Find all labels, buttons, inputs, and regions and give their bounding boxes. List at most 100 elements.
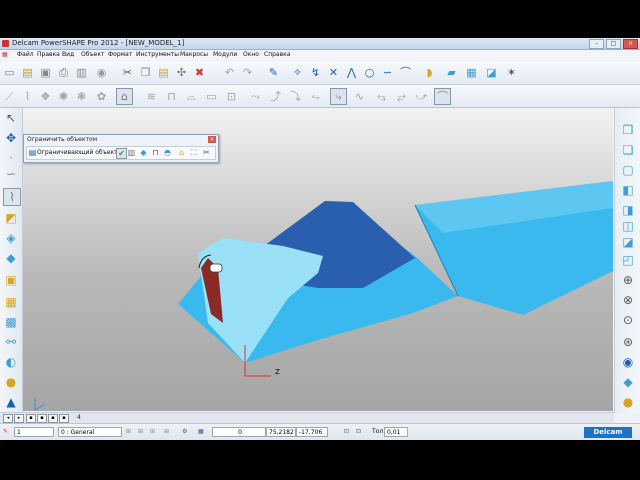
menu-window[interactable]: Окно (243, 51, 259, 58)
menu-object[interactable]: Объект (81, 51, 104, 58)
menu-help[interactable]: Справка (264, 51, 290, 58)
boundary-icon[interactable]: ∿ (352, 89, 367, 104)
trim-icon[interactable]: ⟋ (2, 89, 17, 104)
tolerance-field[interactable]: 0,01 (384, 427, 408, 437)
surface-mode-icon[interactable]: ◈ (3, 230, 19, 246)
repair-icon[interactable]: ⥃ (374, 89, 389, 104)
menu-edit[interactable]: Правка (37, 51, 60, 58)
view-axo-icon[interactable]: ◰ (620, 252, 636, 268)
redo-icon[interactable]: ↷ (240, 65, 255, 80)
split-icon[interactable]: ⤴ (268, 89, 283, 104)
arch-icon[interactable]: ⌒ (434, 88, 451, 105)
menu-file[interactable]: Файл (17, 51, 34, 58)
select-limit-icon[interactable]: ⌂ (177, 148, 186, 157)
view-top-icon[interactable]: ❏ (620, 142, 636, 158)
extend-icon[interactable]: ❃ (74, 89, 89, 104)
smooth-icon[interactable]: ⤻ (414, 89, 429, 104)
spline-icon[interactable]: ∽ (380, 65, 395, 80)
grid-toggle-icon[interactable]: ▦ (198, 428, 204, 435)
cut-limit-icon[interactable]: ✂ (202, 148, 211, 157)
cube-icon[interactable]: ▣ (3, 272, 19, 288)
edit-icon[interactable]: ✎ (266, 65, 281, 80)
fillet-icon[interactable]: ❖ (38, 89, 53, 104)
join-icon[interactable]: ⤵ (288, 89, 303, 104)
drive-icon[interactable]: ≋ (144, 89, 159, 104)
paste-icon[interactable]: ▤ (156, 65, 171, 80)
undo-icon[interactable]: ↶ (222, 65, 237, 80)
layer-select[interactable]: 0 : General (58, 427, 122, 437)
options-icon[interactable]: ◉ (94, 65, 109, 80)
mesh-icon[interactable]: ▩ (3, 314, 19, 330)
keep-icon[interactable]: ◆ (139, 148, 148, 157)
surface-mod-icon[interactable]: ⌇ (20, 89, 35, 104)
line-icon[interactable]: ⋀ (344, 65, 359, 80)
accept-icon[interactable]: ✔ (116, 148, 127, 159)
wire-icon[interactable]: ◩ (3, 210, 19, 226)
tab-nav-prev[interactable]: ▸ (14, 414, 24, 423)
tab-nav-first[interactable]: ◂ (3, 414, 13, 423)
circle-icon[interactable]: ○ (362, 65, 377, 80)
trim-region-icon[interactable]: ◓ (163, 148, 172, 157)
solid-mode-icon[interactable]: ◆ (3, 250, 19, 266)
layer-c-icon[interactable]: ⊞ (150, 428, 155, 435)
view-back-icon[interactable]: ◫ (620, 218, 636, 234)
patch-icon[interactable]: ⥂ (394, 89, 409, 104)
shading-icon[interactable]: ◉ (620, 354, 636, 370)
layer-b-icon[interactable]: ⊞ (138, 428, 143, 435)
morph-icon[interactable]: ⌓ (184, 89, 199, 104)
wrap-icon[interactable]: ⤷ (330, 88, 347, 105)
solid-icon[interactable]: ▰ (444, 65, 459, 80)
triangle-icon[interactable]: ▲ (3, 394, 19, 410)
minimize-button[interactable]: – (589, 39, 604, 49)
surface-icon[interactable]: ◗ (422, 65, 437, 80)
layer-d-icon[interactable]: ⊞ (164, 428, 169, 435)
tab-3[interactable]: ▪ (48, 414, 58, 423)
view-iso-icon[interactable]: ❒ (620, 122, 636, 138)
select-cursor-icon[interactable]: ↖ (3, 110, 19, 126)
copy-icon[interactable]: ❐ (138, 65, 153, 80)
project-limit-icon[interactable]: ⛶ (189, 148, 198, 157)
view-right-icon[interactable]: ◧ (620, 182, 636, 198)
maximize-button[interactable]: □ (606, 39, 621, 49)
select-all-icon[interactable]: ✣ (174, 65, 189, 80)
magic-icon[interactable]: ✶ (504, 65, 519, 80)
wireframe-view-icon[interactable]: ◆ (620, 374, 636, 390)
wireframe-select-icon[interactable]: ✧ (290, 65, 305, 80)
menu-view[interactable]: Вид (62, 51, 74, 58)
limit-icon[interactable]: ⌂ (116, 88, 133, 105)
zoom-fit-icon[interactable]: ⊕ (620, 272, 636, 288)
menu-modules[interactable]: Модули (213, 51, 237, 58)
tab-1[interactable]: ▪ (26, 414, 36, 423)
dot-icon[interactable]: · (3, 150, 19, 166)
layer-a-icon[interactable]: ⊞ (126, 428, 131, 435)
shade-icon[interactable]: ◐ (3, 354, 19, 370)
rotate-select-icon[interactable]: ✥ (3, 130, 19, 146)
tab-4[interactable]: ▪ (59, 414, 69, 423)
open-icon[interactable]: ▤ (20, 65, 35, 80)
grid-icon[interactable]: ⚙ (182, 428, 187, 435)
group-icon[interactable]: ▦ (3, 294, 19, 310)
new-icon[interactable]: ▭ (2, 65, 17, 80)
sphere-icon[interactable]: ● (3, 374, 19, 390)
assembly-icon[interactable]: ▦ (464, 65, 479, 80)
print-icon[interactable]: ⎙ (56, 65, 71, 80)
delete-icon[interactable]: ✖ (192, 65, 207, 80)
view-front-icon[interactable]: ▢ (620, 162, 636, 178)
dialog-close-button[interactable]: × (208, 136, 216, 143)
measure-icon[interactable]: ◪ (484, 65, 499, 80)
rebuild-icon[interactable]: ⥊ (308, 89, 323, 104)
save-icon[interactable]: ▣ (38, 65, 53, 80)
cut-icon[interactable]: ✂ (120, 65, 135, 80)
pan-icon[interactable]: ⊛ (620, 334, 636, 350)
level-select[interactable]: 1 (14, 427, 54, 437)
curve-mode-icon[interactable]: ⌇ (3, 188, 21, 206)
menu-tools[interactable]: Инструменты (136, 51, 179, 58)
cap-icon[interactable]: ⊓ (164, 89, 179, 104)
zoom-icon[interactable]: ⊗ (620, 292, 636, 308)
flip-icon[interactable]: ⊓ (151, 148, 160, 157)
light-icon[interactable]: ● (620, 394, 636, 410)
lock-icon[interactable]: ▥ (74, 65, 89, 80)
snap-icon[interactable]: ⊡ (356, 428, 361, 435)
view-left-icon[interactable]: ◨ (620, 202, 636, 218)
project-icon[interactable]: ⊡ (224, 89, 239, 104)
